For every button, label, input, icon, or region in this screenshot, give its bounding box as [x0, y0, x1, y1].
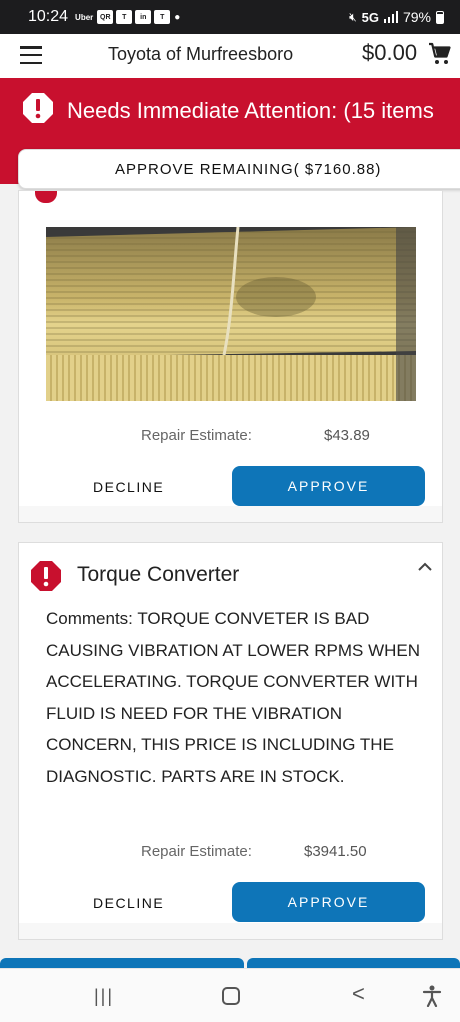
battery-percent: 79%: [402, 9, 431, 25]
repair-estimate-value: $43.89: [324, 427, 370, 444]
status-bar: 10:24 Uber QR T in T ● 🔇︎ 5G 79%: [0, 0, 460, 34]
battery-icon: [436, 10, 444, 24]
uber-icon: Uber: [75, 12, 94, 22]
chevron-up-icon[interactable]: [417, 561, 433, 573]
part-photo: [46, 227, 416, 401]
accessibility-icon[interactable]: [422, 985, 442, 1007]
decline-button[interactable]: DECLINE: [93, 479, 164, 495]
approve-button[interactable]: APPROVE: [232, 882, 425, 922]
dealer-title: Toyota of Murfreesboro: [108, 44, 294, 64]
next-card-edge: [247, 958, 460, 968]
qr-icon: QR: [97, 10, 114, 24]
mute-icon: 🔇︎: [349, 9, 357, 24]
cart-icon[interactable]: [428, 42, 452, 66]
home-icon[interactable]: [222, 987, 240, 1005]
status-time: 10:24: [28, 8, 69, 25]
service-card: Repair Estimate: $43.89 DECLINE APPROVE: [18, 190, 443, 523]
card-footer: [19, 506, 442, 522]
cart-total: $0.00: [362, 40, 418, 65]
exclamation-icon: [31, 561, 61, 591]
app-bar: Toyota of Murfreesboro $0.00: [0, 34, 460, 78]
notification-icons: Uber QR T in T: [74, 10, 171, 24]
attention-heading: Needs Immediate Attention: (15 items: [67, 98, 434, 123]
decline-button[interactable]: DECLINE: [93, 895, 164, 911]
signal-icon: [383, 11, 398, 23]
recent-apps-icon[interactable]: |||: [94, 986, 114, 1007]
approve-remaining-button[interactable]: APPROVE REMAINING( $7160.88): [18, 149, 460, 189]
service-card: Torque Converter Comments: TORQUE CONVET…: [18, 542, 443, 940]
repair-estimate-label: Repair Estimate:: [141, 427, 252, 444]
status-right: 🔇︎ 5G 79%: [349, 9, 444, 25]
next-card-edge: [0, 958, 244, 968]
repair-estimate-value: $3941.50: [304, 843, 367, 860]
teams-icon: T: [116, 10, 133, 24]
menu-icon[interactable]: [20, 46, 42, 64]
service-comments: Comments: TORQUE CONVETER IS BAD CAUSING…: [46, 609, 421, 786]
repair-estimate-label: Repair Estimate:: [141, 843, 252, 860]
card-footer: [19, 923, 442, 939]
network-label: 5G: [361, 9, 379, 25]
back-icon[interactable]: <: [352, 981, 365, 1007]
more-notifications-icon: ●: [174, 11, 181, 23]
approve-button[interactable]: APPROVE: [232, 466, 425, 506]
exclamation-icon: [23, 93, 53, 123]
severity-marker: [35, 191, 57, 203]
teams-icon: T: [154, 10, 171, 24]
system-nav-bar: ||| <: [0, 968, 460, 1022]
linkedin-icon: in: [135, 10, 152, 24]
service-title: Torque Converter: [77, 563, 240, 586]
